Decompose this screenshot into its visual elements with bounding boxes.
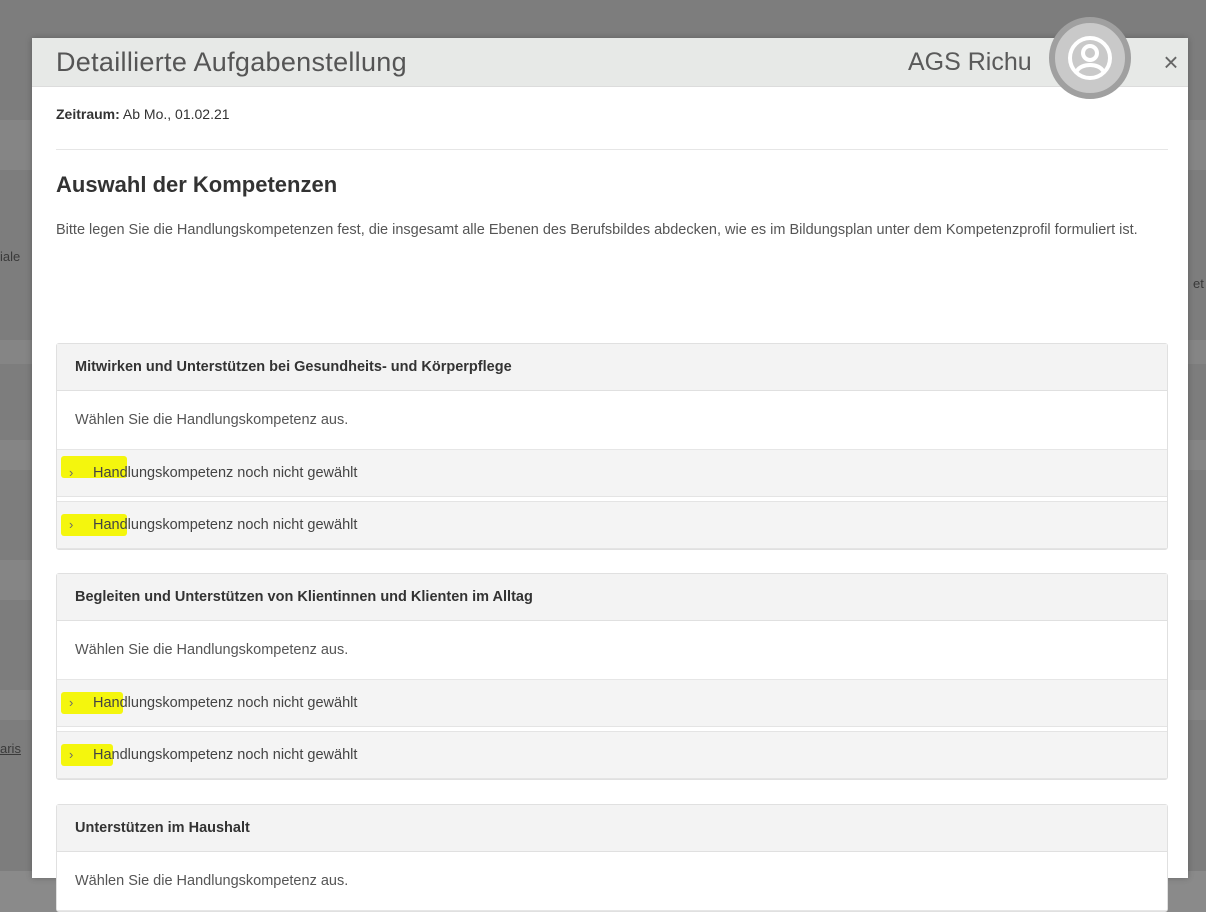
panel-title: Unterstützen im Haushalt <box>57 805 1167 852</box>
competence-select-row[interactable]: › Handlungskompetenz noch nicht gewählt <box>57 450 1167 497</box>
chevron-right-icon: › <box>69 465 74 480</box>
panel-title: Mitwirken und Unterstützen bei Gesundhei… <box>57 344 1167 391</box>
avatar[interactable] <box>1049 17 1131 99</box>
period-label: Zeitraum: <box>56 106 120 122</box>
close-button[interactable]: × <box>1156 47 1186 77</box>
competence-label: Handlungskompetenz noch nicht gewählt <box>93 747 358 763</box>
competence-select-row[interactable]: › Handlungskompetenz noch nicht gewählt <box>57 501 1167 549</box>
section-description: Bitte legen Sie die Handlungskompetenzen… <box>56 222 1138 238</box>
background-text: iale <box>0 249 21 264</box>
chevron-right-icon: › <box>69 517 74 532</box>
panel-hint: Wählen Sie die Handlungskompetenz aus. <box>57 852 1167 911</box>
competence-label: Handlungskompetenz noch nicht gewählt <box>93 465 358 481</box>
divider <box>56 149 1168 150</box>
competence-select-row[interactable]: › Handlungskompetenz noch nicht gewählt <box>57 680 1167 727</box>
competence-panel: Begleiten und Unterstützen von Klientinn… <box>56 573 1168 780</box>
chevron-right-icon: › <box>69 695 74 710</box>
competence-panel: Unterstützen im Haushalt Wählen Sie die … <box>56 804 1168 912</box>
competence-select-row[interactable]: › Handlungskompetenz noch nicht gewählt <box>57 731 1167 779</box>
section-title: Auswahl der Kompetenzen <box>56 172 338 197</box>
period-value: Ab Mo., 01.02.21 <box>122 106 230 122</box>
panel-hint: Wählen Sie die Handlungskompetenz aus. <box>57 621 1167 680</box>
user-circle-icon <box>1068 36 1112 80</box>
modal-title: Detaillierte Aufgabenstellung <box>56 47 407 77</box>
chevron-right-icon: › <box>69 747 74 762</box>
background-text: et <box>1193 276 1204 291</box>
task-detail-modal: Detaillierte Aufgabenstellung AGS Richu … <box>32 17 1188 912</box>
panel-title: Begleiten und Unterstützen von Klientinn… <box>57 574 1167 621</box>
competence-panel: Mitwirken und Unterstützen bei Gesundhei… <box>56 343 1168 550</box>
background-link: aris <box>0 741 21 756</box>
competence-label: Handlungskompetenz noch nicht gewählt <box>93 695 358 711</box>
modal-header: Detaillierte Aufgabenstellung AGS Richu … <box>32 17 1188 99</box>
period-info: Zeitraum: Ab Mo., 01.02.21 <box>56 106 230 122</box>
panel-hint: Wählen Sie die Handlungskompetenz aus. <box>57 391 1167 450</box>
user-name: AGS Richu <box>908 48 1032 76</box>
competence-label: Handlungskompetenz noch nicht gewählt <box>93 517 358 533</box>
